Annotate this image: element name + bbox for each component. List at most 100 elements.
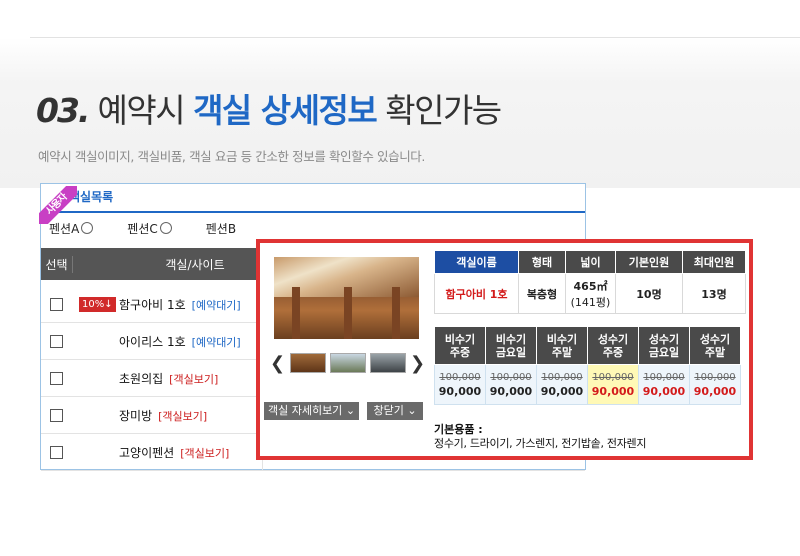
- sale-price: 90,000: [693, 384, 737, 398]
- price-header: 비수기 주말: [536, 326, 588, 365]
- photo-pillar: [344, 287, 352, 339]
- room-name-text: 고양이펜션: [119, 445, 175, 460]
- price-cell: 100,000 90,000: [536, 364, 588, 405]
- season-label: 비수기: [546, 332, 578, 346]
- panel-header: 객실목록: [41, 184, 585, 213]
- room-name: 고양이펜션 [객실보기]: [119, 444, 229, 461]
- col-select: 선택: [45, 257, 68, 272]
- price-cell: 100,000 90,000: [638, 364, 690, 405]
- original-price: 100,000: [694, 371, 736, 383]
- original-price: 100,000: [439, 371, 481, 383]
- original-price: 100,000: [541, 371, 583, 383]
- room-photo: [274, 257, 419, 339]
- info-header-max: 최대인원: [682, 250, 746, 274]
- photo-pillar: [292, 287, 300, 339]
- day-label: 주말: [704, 345, 726, 359]
- room-name: 초원의집 [객실보기]: [119, 370, 218, 387]
- original-price: 100,000: [643, 371, 685, 383]
- close-button-label: 창닫기: [373, 404, 404, 417]
- room-name-text: 아이리스 1호: [119, 334, 186, 349]
- prev-photo-icon[interactable]: ❮: [270, 353, 285, 374]
- season-label: 성수기: [699, 332, 731, 346]
- sale-price: 90,000: [438, 384, 482, 398]
- day-label: 주중: [449, 345, 471, 359]
- season-label: 성수기: [648, 332, 680, 346]
- area-pyeong: (141평): [570, 295, 611, 309]
- price-cell: 100,000 90,000: [689, 364, 741, 405]
- info-header-base: 기본인원: [615, 250, 683, 274]
- close-window-button[interactable]: 창닫기 ⌄: [367, 402, 423, 420]
- price-header: 비수기 금요일: [485, 326, 537, 365]
- info-header-area: 넓이: [565, 250, 616, 274]
- radio-circle[interactable]: [159, 222, 172, 234]
- view-room-link[interactable]: [객실보기]: [180, 447, 229, 460]
- price-cell: 100,000 90,000: [434, 364, 486, 405]
- season-label: 비수기: [444, 332, 476, 346]
- info-room-type: 복층형: [518, 273, 566, 314]
- row-checkbox[interactable]: [50, 297, 63, 311]
- page-subtitle: 예약시 객실이미지, 객실비품, 객실 요금 등 간소한 정보를 확인할수 있습…: [38, 149, 425, 164]
- title-part1: 예약시: [97, 91, 185, 130]
- info-room-name: 함구아비 1호: [434, 273, 519, 314]
- sale-price: 90,000: [591, 384, 635, 398]
- thumbnail-3[interactable]: [370, 353, 406, 373]
- sale-price: 90,000: [642, 384, 686, 398]
- title-highlight: 객실 상세정보: [193, 91, 378, 130]
- thumbnail-2[interactable]: [330, 353, 366, 373]
- season-label: 비수기: [495, 332, 527, 346]
- row-checkbox[interactable]: [50, 371, 63, 385]
- day-label: 금요일: [495, 345, 527, 359]
- day-label: 금요일: [648, 345, 680, 359]
- day-label: 주말: [551, 345, 573, 359]
- day-label: 주중: [602, 345, 624, 359]
- title-number: 03.: [36, 91, 90, 130]
- room-name-text: 함구아비 1호: [119, 297, 186, 312]
- price-table: 비수기 주중 비수기 금요일 비수기 주말 성수기 주중 성수기 금요일 성수기 주말 10…: [434, 326, 741, 405]
- original-price: 100,000: [592, 371, 634, 383]
- original-price: 100,000: [490, 371, 532, 383]
- reserve-wait-link[interactable]: [예약대기]: [192, 336, 241, 349]
- detail-button-label: 객실 자세히보기: [267, 404, 343, 417]
- price-header: 성수기 주중: [587, 326, 639, 365]
- room-name-text: 장미방: [119, 408, 153, 423]
- row-checkbox[interactable]: [50, 408, 63, 422]
- room-detail-button[interactable]: 객실 자세히보기 ⌄: [264, 402, 359, 420]
- info-base-people: 10명: [615, 273, 683, 314]
- thumbnail-1[interactable]: [290, 353, 326, 373]
- sale-price: 90,000: [540, 384, 584, 398]
- price-header: 성수기 금요일: [638, 326, 690, 365]
- price-header: 비수기 주중: [434, 326, 486, 365]
- info-room-area: 465㎡ (141평): [565, 273, 616, 314]
- reserve-wait-link[interactable]: [예약대기]: [192, 299, 241, 312]
- price-header: 성수기 주말: [689, 326, 741, 365]
- next-photo-icon[interactable]: ❯: [410, 353, 425, 374]
- area-sqm: 465㎡: [573, 279, 608, 293]
- amenities-list: 정수기, 드라이기, 가스렌지, 전기밥솥, 전자렌지: [434, 437, 647, 450]
- row-checkbox[interactable]: [50, 334, 63, 348]
- info-max-people: 13명: [682, 273, 746, 314]
- top-divider: [30, 37, 800, 38]
- view-room-link[interactable]: [객실보기]: [158, 410, 207, 423]
- info-header-name: 객실이름: [434, 250, 519, 274]
- info-header-type: 형태: [518, 250, 566, 274]
- room-info-table: 객실이름 형태 넓이 기본인원 최대인원 함구아비 1호 복층형 465㎡ (14…: [434, 250, 746, 314]
- price-cell: 100,000 90,000: [485, 364, 537, 405]
- view-room-link[interactable]: [객실보기]: [169, 373, 218, 386]
- row-checkbox[interactable]: [50, 445, 63, 459]
- room-name: 장미방 [객실보기]: [119, 407, 207, 424]
- room-name-text: 초원의집: [119, 371, 164, 386]
- ribbon-label: 사용자: [39, 186, 77, 224]
- sale-price: 90,000: [489, 384, 533, 398]
- discount-badge: 10%↓: [79, 297, 116, 312]
- radio-pension-c[interactable]: 펜션C: [127, 220, 172, 237]
- radio-pension-b[interactable]: 펜션B: [206, 220, 236, 237]
- chevron-down-icon: ⌄: [345, 404, 356, 417]
- room-name: 함구아비 1호 [예약대기]: [119, 296, 241, 313]
- user-ribbon: 사용자: [39, 186, 77, 224]
- season-label: 성수기: [597, 332, 629, 346]
- chevron-down-icon: ⌄: [407, 404, 417, 417]
- title-part2: 확인가능: [385, 91, 502, 130]
- radio-label: 펜션C: [127, 221, 158, 236]
- room-detail-popup: ❮ ❯ 객실 자세히보기 ⌄ 창닫기 ⌄ 객실이름 형태 넓이 기본인원 최대인…: [256, 239, 753, 460]
- radio-circle[interactable]: [81, 222, 94, 234]
